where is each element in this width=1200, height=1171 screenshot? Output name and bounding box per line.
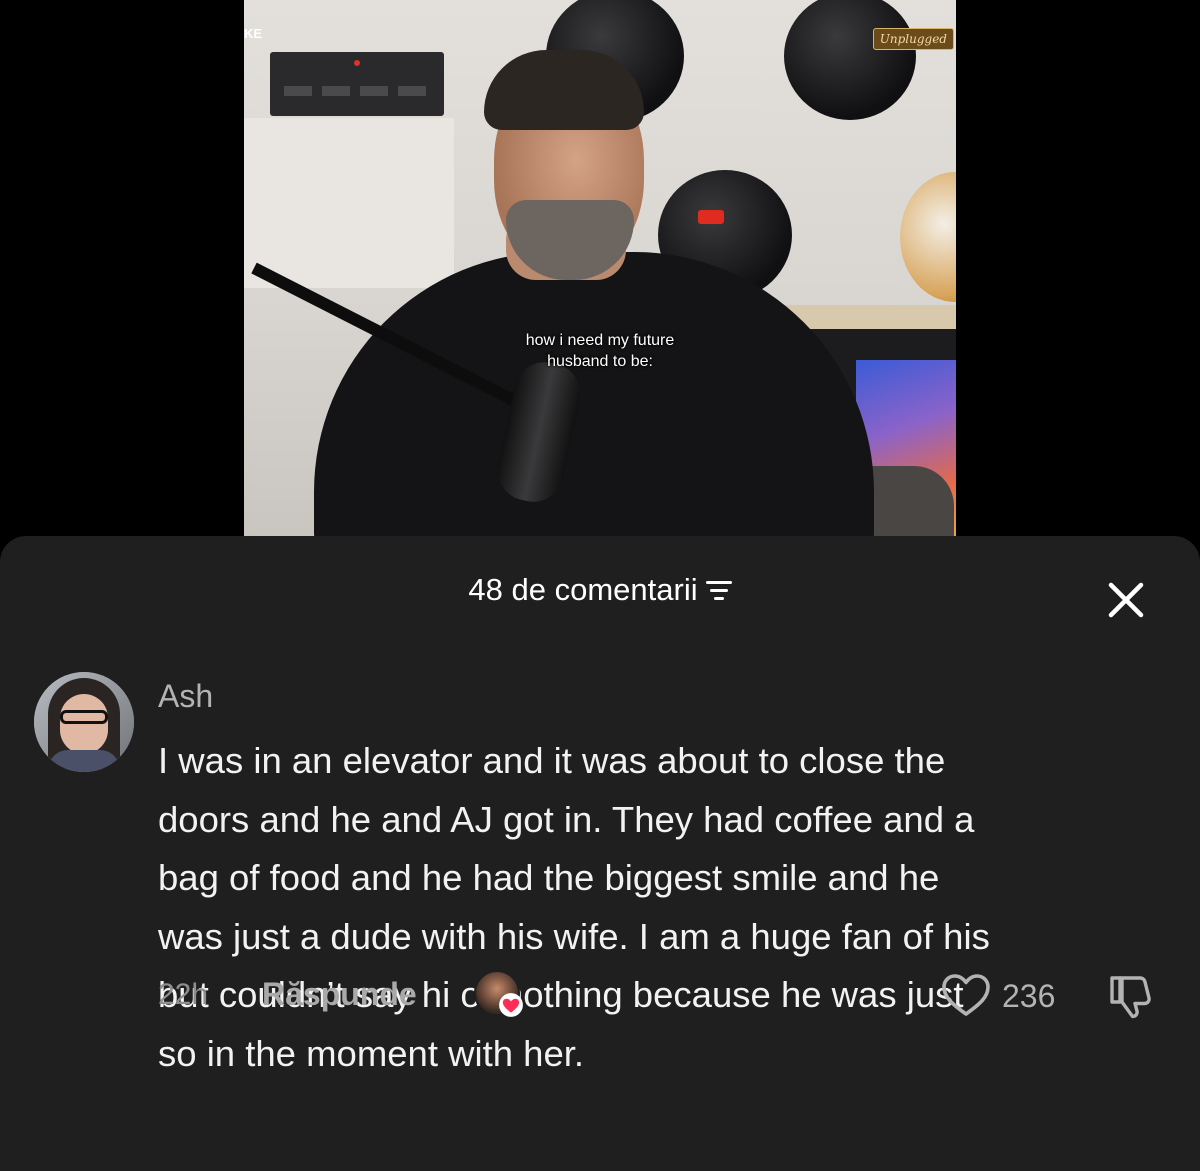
caption-line: how i need my future — [525, 332, 675, 349]
deck-led — [354, 60, 360, 66]
creator-liked-badge — [474, 970, 523, 1018]
heart-outline-icon — [942, 974, 990, 1016]
comment-line: bag of food and he had the biggest smile… — [158, 857, 940, 899]
youtube-logo-icon — [698, 210, 724, 224]
dislike-button[interactable] — [1106, 972, 1158, 1020]
comment-line: doors and he and AJ got in. They had cof… — [158, 798, 975, 840]
corner-watermark: KE — [244, 26, 263, 41]
shelf — [244, 118, 454, 288]
video-player[interactable]: KE Unplugged how i need my future husban… — [244, 0, 956, 536]
like-button[interactable] — [940, 972, 992, 1018]
basketball — [784, 0, 916, 120]
thumbs-down-icon — [1110, 976, 1151, 1019]
comment-line: was just a dude with his wife. I am a hu… — [158, 915, 990, 957]
channel-logo-badge: Unplugged — [872, 28, 954, 50]
creator-heart-icon — [499, 993, 523, 1017]
avatar[interactable] — [34, 672, 134, 772]
deck-button — [322, 86, 350, 96]
comment-actions: 22h Răspunde 236 — [0, 968, 1200, 1028]
close-button[interactable] — [1104, 578, 1148, 622]
basketball — [900, 172, 956, 302]
like-count: 236 — [1002, 978, 1056, 1014]
deck-button — [284, 86, 312, 96]
comment-text: I was in an elevator and it was about to… — [158, 732, 1178, 1084]
video-caption: how i need my future husband to be: — [244, 330, 956, 372]
audio-deck — [270, 52, 444, 116]
reply-button[interactable]: Răspunde — [262, 976, 417, 1013]
close-icon — [1108, 582, 1144, 618]
deck-button — [398, 86, 426, 96]
comment-line: so in the moment with her. — [158, 1032, 585, 1074]
comments-header: 48 de comentarii — [0, 572, 1200, 608]
comments-sheet: 48 de comentarii Ash I was in an elevato… — [0, 536, 1200, 1171]
person-sweater — [314, 252, 874, 536]
comment-line: I was in an elevator and it was about to… — [158, 740, 946, 781]
comment-timestamp: 22h — [158, 978, 209, 1011]
comment-username[interactable]: Ash — [158, 678, 213, 715]
sort-filter-icon[interactable] — [705, 579, 732, 601]
comments-count-title: 48 de comentarii — [468, 572, 698, 607]
caption-line: husband to be: — [547, 353, 653, 370]
deck-button — [360, 86, 388, 96]
